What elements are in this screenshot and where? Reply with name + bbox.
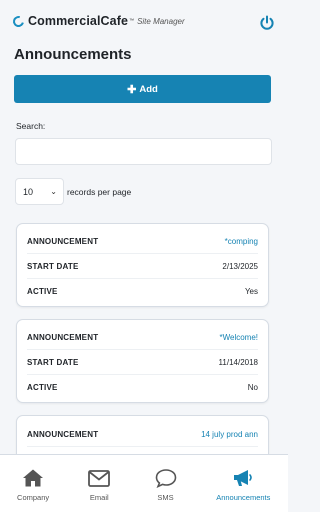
chat-bubble-icon xyxy=(155,469,176,488)
active-key: ACTIVE xyxy=(27,383,58,392)
power-icon[interactable] xyxy=(259,15,275,31)
nav-label-email: Email xyxy=(89,493,109,502)
announcement-link[interactable]: *comping xyxy=(225,237,258,246)
add-announcement-button[interactable]: ✚ Add xyxy=(14,75,271,103)
commercialcafe-logo: CommercialCafe ™ Site Manager xyxy=(10,13,185,29)
announcement-card[interactable]: ANNOUNCEMENT *Welcome! START DATE 11/14/… xyxy=(16,319,269,403)
megaphone-icon xyxy=(234,470,253,486)
home-icon xyxy=(23,469,44,487)
start-date-row: START DATE 2/13/2025 xyxy=(27,254,258,279)
active-row: ACTIVE Yes xyxy=(27,279,258,304)
announcement-row: ANNOUNCEMENT *comping xyxy=(27,229,258,254)
announcement-link[interactable]: *Welcome! xyxy=(219,333,258,342)
start-date-value: 2/13/2025 xyxy=(222,261,258,271)
search-label: Search: xyxy=(16,121,46,131)
logo-mark-icon xyxy=(10,13,27,29)
nav-label-company: Company xyxy=(17,493,50,502)
announcement-link[interactable]: 14 july prod ann xyxy=(201,430,258,439)
add-button-label: Add xyxy=(139,83,158,95)
active-value: No xyxy=(247,383,258,392)
brand-name: CommercialCafe xyxy=(28,14,129,28)
announcement-card[interactable]: ANNOUNCEMENT *comping START DATE 2/13/20… xyxy=(16,223,269,307)
per-page-value: 10 xyxy=(23,186,34,197)
active-key: ACTIVE xyxy=(27,287,58,296)
announcement-row: ANNOUNCEMENT *Welcome! xyxy=(27,325,258,350)
announcement-key: ANNOUNCEMENT xyxy=(27,236,99,246)
nav-item-announcements[interactable]: Announcements xyxy=(199,455,288,512)
start-date-key: START DATE xyxy=(27,357,79,367)
nav-label-sms: SMS xyxy=(157,493,174,502)
sub-brand-label: Site Manager xyxy=(137,16,185,26)
active-value: Yes xyxy=(244,287,258,296)
nav-label-announcements: Announcements xyxy=(216,493,271,502)
nav-item-email[interactable]: Email xyxy=(66,455,132,512)
records-per-page-select[interactable]: 10 ⌄ xyxy=(15,178,64,205)
start-date-key: START DATE xyxy=(27,261,79,271)
records-per-page-row: 10 ⌄ records per page xyxy=(15,178,131,205)
announcement-row: ANNOUNCEMENT 14 july prod ann xyxy=(27,422,258,447)
plus-icon: ✚ xyxy=(127,83,137,96)
active-row: ACTIVE No xyxy=(27,375,258,400)
nav-item-company[interactable]: Company xyxy=(0,455,66,512)
start-date-value: 11/14/2018 xyxy=(218,357,258,367)
envelope-icon xyxy=(88,470,111,487)
page-title: Announcements xyxy=(14,46,132,63)
bottom-navigation: Company Email SMS Announcements xyxy=(0,454,288,512)
records-per-page-label: records per page xyxy=(67,186,132,197)
nav-item-sms[interactable]: SMS xyxy=(132,455,198,512)
brand-trademark: ™ xyxy=(129,18,135,24)
start-date-row: START DATE 11/14/2018 xyxy=(27,350,258,375)
app-header: CommercialCafe ™ Site Manager xyxy=(0,0,288,40)
search-input[interactable] xyxy=(15,138,272,165)
announcement-key: ANNOUNCEMENT xyxy=(27,332,99,342)
chevron-down-icon: ⌄ xyxy=(50,187,57,196)
announcement-key: ANNOUNCEMENT xyxy=(27,429,99,439)
